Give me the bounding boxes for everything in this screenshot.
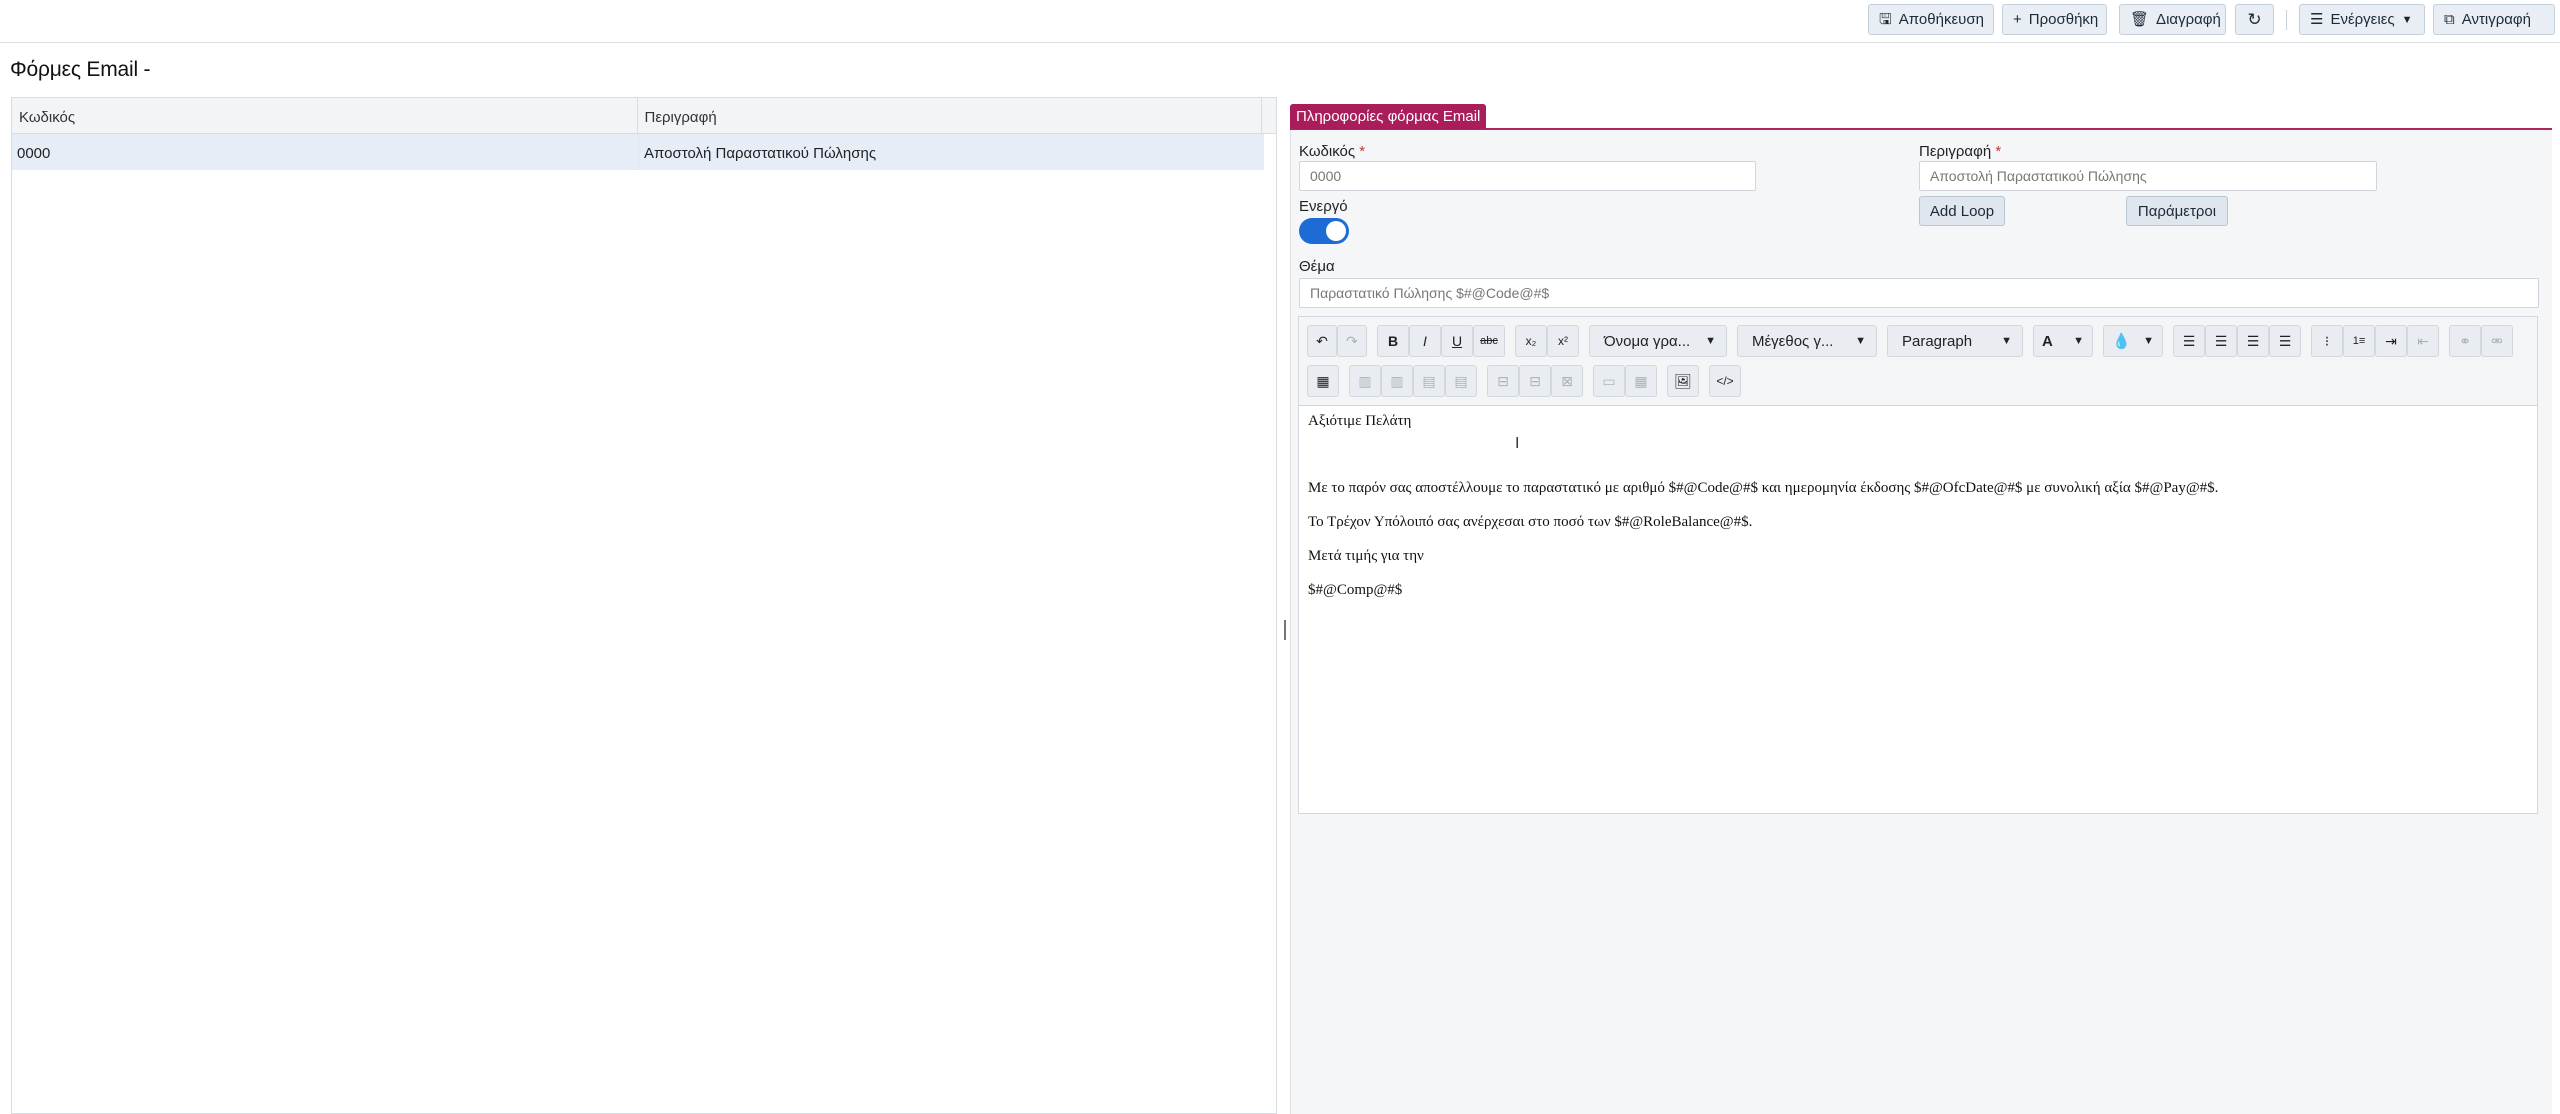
delete-button[interactable]: 🗑 Διαγραφή (2119, 4, 2226, 35)
trash-icon: 🗑 (2130, 11, 2150, 28)
required-mark: * (1995, 143, 2002, 160)
code-input[interactable] (1299, 161, 1756, 191)
subject-label: Θέμα (1299, 258, 1335, 275)
plus-icon: + (2013, 11, 2022, 28)
save-button[interactable]: 🖫 Αποθήκευση (1868, 4, 1994, 35)
description-input[interactable] (1919, 161, 2377, 191)
refresh-button[interactable]: ↻ (2235, 4, 2274, 35)
table-row[interactable]: 0000 Αποστολή Παραστατικού Πώλησης (12, 134, 1264, 170)
save-button-label: Αποθήκευση (1898, 11, 1984, 28)
required-mark: * (1359, 143, 1366, 160)
description-label-text: Περιγραφή (1919, 143, 1992, 160)
refresh-icon: ↻ (2247, 10, 2262, 29)
copy-button[interactable]: ⧉ Αντιγραφή (2433, 4, 2555, 35)
editor-line: Με το παρόν σας αποστέλλουμε το παραστατ… (1308, 480, 2219, 496)
subject-input[interactable] (1299, 278, 2539, 308)
delete-button-label: Διαγραφή (2156, 11, 2221, 28)
email-form-panel: Πληροφορίες φόρμας Email Κωδικός * Περιγ… (1290, 104, 2552, 1114)
actions-label: Ενέργειες (2330, 11, 2395, 28)
editor-line: Το Τρέχον Υπόλοιπό σας ανέρχεσαι στο ποσ… (1308, 514, 1753, 530)
top-toolbar: 🖫 Αποθήκευση + Προσθήκη 🗑 Διαγραφή ↻ ☰ Ε… (0, 0, 2560, 43)
copy-button-label: Αντιγραφή (2461, 11, 2531, 28)
caret-down-icon: ▼ (2401, 13, 2413, 26)
toggle-knob (1326, 221, 1346, 241)
parameters-button[interactable]: Παράμετροι (2126, 196, 2228, 226)
rich-text-editor: ↶ ↷ B I U abc x₂ x² Όνομα γρα... ▼ Μέγεθ… (1298, 316, 2538, 814)
tab-email-form-info[interactable]: Πληροφορίες φόρμας Email (1290, 104, 1487, 129)
column-header-spacer (1262, 98, 1276, 133)
toolbar-divider (2286, 10, 2287, 30)
code-label: Κωδικός * (1299, 143, 1365, 160)
editor-line: Αξιότιμε Πελάτη (1308, 413, 1412, 429)
active-label: Ενεργό (1299, 198, 1348, 215)
cell-description: Αποστολή Παραστατικού Πώλησης (644, 145, 877, 162)
code-label-text: Κωδικός (1299, 143, 1356, 160)
menu-icon: ☰ (2310, 11, 2324, 28)
editor-line: Μετά τιμής για την (1308, 548, 1424, 564)
floppy-icon: 🖫 (1879, 11, 1892, 28)
tab-strip: Πληροφορίες φόρμας Email (1290, 104, 2552, 130)
panel-splitter-handle[interactable] (1284, 620, 1286, 640)
grid-header: Κωδικός Περιγραφή (12, 98, 1276, 134)
email-form: Κωδικός * Περιγραφή * Ενεργό Add Loop Πα… (1290, 130, 2552, 1114)
copy-icon: ⧉ (2444, 11, 2455, 28)
actions-dropdown[interactable]: ☰ Ενέργειες ▼ (2299, 4, 2425, 35)
add-loop-button[interactable]: Add Loop (1919, 196, 2005, 226)
editor-content[interactable]: Αξιότιμε Πελάτη Με το παρόν σας αποστέλλ… (1299, 317, 2537, 813)
cell-code: 0000 (12, 134, 639, 170)
page-title: Φόρμες Email - (10, 58, 151, 81)
active-toggle[interactable] (1299, 218, 1349, 244)
column-header-description[interactable]: Περιγραφή (638, 98, 1262, 133)
email-forms-grid: Κωδικός Περιγραφή 0000 Αποστολή Παραστατ… (11, 97, 1277, 1114)
editor-line: $#@Comp@#$ (1308, 582, 1403, 598)
text-cursor-icon: I (1515, 435, 1520, 452)
add-button[interactable]: + Προσθήκη (2002, 4, 2107, 35)
description-label: Περιγραφή * (1919, 143, 2001, 160)
column-header-code[interactable]: Κωδικός (12, 98, 638, 133)
add-button-label: Προσθήκη (2028, 11, 2099, 28)
